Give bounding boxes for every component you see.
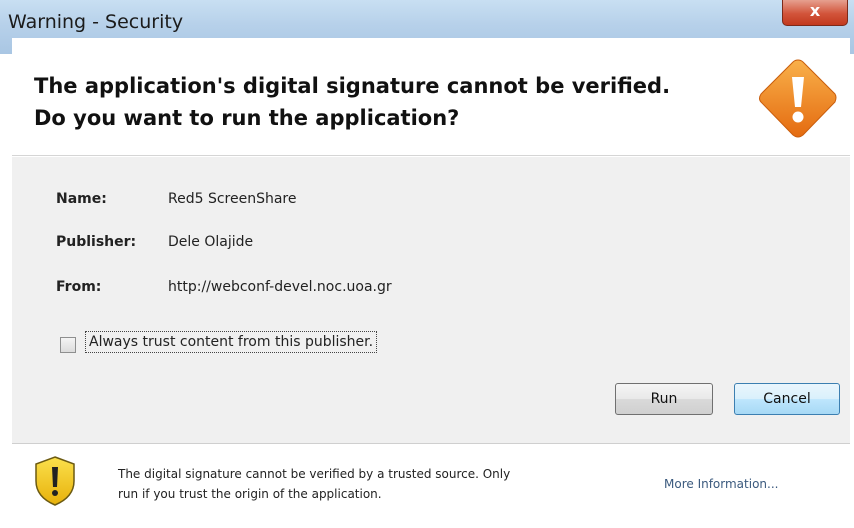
footer-message: The digital signature cannot be verified… — [118, 464, 638, 504]
close-icon: x — [809, 1, 821, 20]
security-shield-icon — [35, 456, 75, 506]
run-button[interactable]: Run — [615, 383, 713, 415]
more-information-link[interactable]: More Information... — [664, 477, 778, 491]
headline: The application's digital signature cann… — [34, 70, 734, 134]
headline-line-1: The application's digital signature cann… — [34, 74, 671, 98]
always-trust-checkbox[interactable] — [60, 337, 76, 353]
footer-line-1: The digital signature cannot be verified… — [118, 467, 511, 481]
from-value: http://webconf-devel.noc.uoa.gr — [168, 279, 392, 295]
headline-line-2: Do you want to run the application? — [34, 106, 460, 130]
name-value: Red5 ScreenShare — [168, 191, 297, 207]
always-trust-label[interactable]: Always trust content from this publisher… — [85, 331, 378, 353]
cancel-button[interactable]: Cancel — [734, 383, 840, 415]
publisher-value: Dele Olajide — [168, 234, 254, 250]
close-button[interactable]: x — [782, 0, 848, 26]
publisher-label: Publisher: — [56, 234, 137, 250]
dialog-body: Name: Red5 ScreenShare Publisher: Dele O… — [12, 157, 850, 443]
dialog-header: The application's digital signature cann… — [12, 38, 850, 156]
window-title: Warning - Security — [8, 11, 184, 33]
footer-line-2: run if you trust the origin of the appli… — [118, 487, 382, 501]
warning-diamond-icon — [759, 59, 837, 138]
dialog-footer: The digital signature cannot be verified… — [12, 443, 850, 528]
name-label: Name: — [56, 191, 107, 207]
from-label: From: — [56, 279, 102, 295]
